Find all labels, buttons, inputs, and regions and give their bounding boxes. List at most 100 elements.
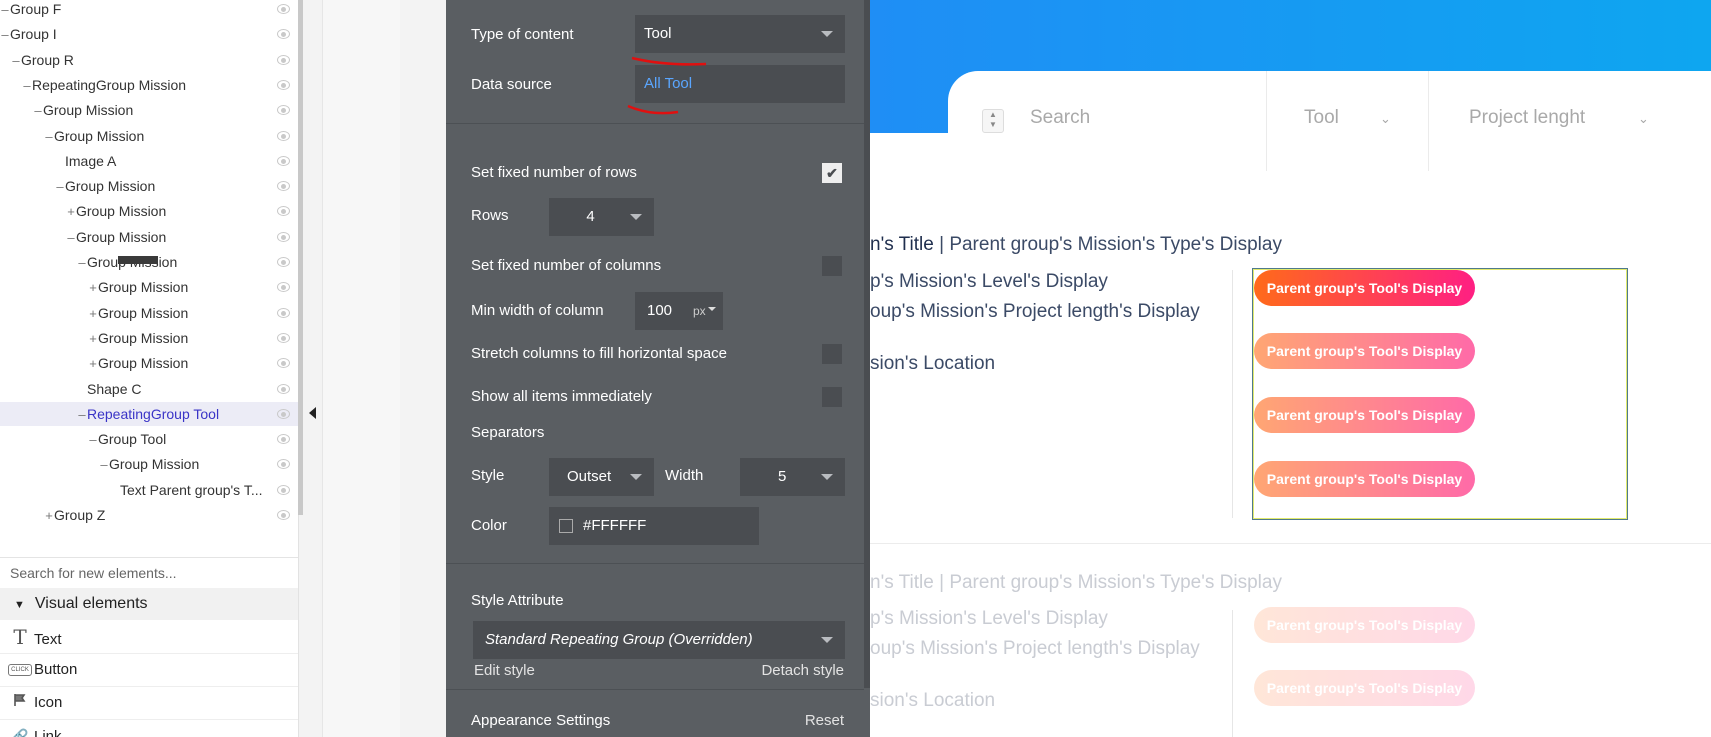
collapse-icon[interactable]: –: [99, 453, 109, 477]
tree-item[interactable]: –Group Mission: [0, 225, 298, 249]
fixed-columns-checkbox[interactable]: [822, 256, 842, 276]
editor-scrollbar[interactable]: [864, 0, 870, 688]
min-width-value: 100: [647, 302, 673, 319]
eye-icon[interactable]: [277, 156, 290, 166]
tree-item[interactable]: –Group Mission: [0, 452, 298, 476]
eye-icon[interactable]: [277, 257, 290, 267]
element-text[interactable]: T Text: [0, 621, 298, 654]
eye-icon[interactable]: [277, 485, 290, 495]
eye-icon[interactable]: [277, 333, 290, 343]
rows-dropdown[interactable]: 4: [549, 198, 654, 236]
stretch-columns-checkbox[interactable]: [822, 344, 842, 364]
stepper-icon[interactable]: ▲ ▼: [982, 109, 1004, 133]
eye-icon[interactable]: [277, 181, 290, 191]
project-length-filter-dropdown[interactable]: Project lenght: [1469, 107, 1585, 129]
expand-icon[interactable]: +: [88, 276, 98, 300]
style-attribute-dropdown[interactable]: Standard Repeating Group (Overridden): [473, 621, 845, 659]
tree-item[interactable]: –Group I: [0, 22, 298, 46]
tree-item-label: Group Mission: [109, 456, 200, 472]
tree-item-label: Shape C: [87, 381, 142, 397]
expand-icon[interactable]: +: [66, 200, 76, 224]
show-all-checkbox[interactable]: [822, 387, 842, 407]
eye-icon[interactable]: [277, 459, 290, 469]
expand-icon[interactable]: +: [88, 327, 98, 351]
collapse-icon[interactable]: –: [33, 99, 43, 123]
reset-button[interactable]: Reset: [805, 712, 844, 729]
tree-item[interactable]: –RepeatingGroup Mission: [0, 73, 298, 97]
collapse-icon[interactable]: –: [0, 23, 10, 47]
separator-width-label: Width: [665, 467, 704, 484]
eye-icon[interactable]: [277, 80, 290, 90]
eye-icon[interactable]: [277, 206, 290, 216]
eye-icon[interactable]: [277, 282, 290, 292]
tree-item[interactable]: Shape C: [0, 377, 298, 401]
expand-icon[interactable]: +: [88, 352, 98, 376]
tree-item[interactable]: +Group Mission: [0, 351, 298, 375]
collapse-icon[interactable]: –: [44, 125, 54, 149]
element-search-input[interactable]: [8, 558, 292, 588]
tree-item[interactable]: –Group Mission: [0, 124, 298, 148]
eye-icon[interactable]: [277, 434, 290, 444]
eye-icon[interactable]: [277, 232, 290, 242]
type-of-content-dropdown[interactable]: Tool: [635, 15, 845, 53]
element-label: Button: [34, 661, 78, 678]
eye-icon[interactable]: [277, 55, 290, 65]
tree-item[interactable]: –Group R: [0, 48, 298, 72]
tool-filter-dropdown[interactable]: Tool: [1304, 107, 1339, 129]
fixed-rows-checkbox[interactable]: ✔: [822, 163, 842, 183]
search-input[interactable]: Search: [1030, 107, 1090, 129]
separator-style-dropdown[interactable]: Outset: [549, 458, 654, 496]
tree-item[interactable]: –RepeatingGroup Tool: [0, 402, 298, 426]
tree-item[interactable]: –Group Mission: [0, 98, 298, 122]
eye-icon[interactable]: [277, 384, 290, 394]
tree-item[interactable]: Image A: [0, 149, 298, 173]
tree-item[interactable]: –Group Mission: [0, 174, 298, 198]
mission-title-line: n's Title | Parent group's Mission's Typ…: [870, 572, 1282, 594]
collapse-icon[interactable]: –: [11, 49, 21, 73]
eye-icon[interactable]: [277, 409, 290, 419]
color-swatch[interactable]: [559, 519, 573, 534]
separator-color-field[interactable]: #FFFFFF: [549, 507, 759, 545]
tree-item[interactable]: +Group Mission: [0, 275, 298, 299]
eye-icon[interactable]: [277, 105, 290, 115]
collapse-panel-arrow-icon[interactable]: [309, 407, 316, 419]
dropdown-arrow-icon: [821, 31, 833, 37]
eye-icon[interactable]: [277, 510, 290, 520]
tree-item[interactable]: –Group Tool: [0, 427, 298, 451]
visual-elements-section[interactable]: ▼ Visual elements: [0, 588, 298, 620]
tree-item[interactable]: +Group Mission: [0, 326, 298, 350]
collapse-icon[interactable]: –: [22, 74, 32, 98]
element-link[interactable]: 🔗 Link: [0, 720, 298, 737]
expand-icon[interactable]: +: [88, 302, 98, 326]
eye-icon[interactable]: [277, 308, 290, 318]
separator-color-value: #FFFFFF: [583, 517, 647, 534]
tree-item[interactable]: –Group F: [0, 0, 298, 21]
min-width-field[interactable]: 100 px: [635, 292, 723, 330]
tree-item[interactable]: +Group Mission: [0, 199, 298, 223]
tree-item[interactable]: Text Parent group's T...: [0, 478, 298, 502]
tree-item[interactable]: +Group Mission: [0, 301, 298, 325]
edit-style-link[interactable]: Edit style: [474, 662, 535, 679]
element-button[interactable]: CLICK Button: [0, 654, 298, 687]
row-divider: [870, 543, 1711, 544]
detach-style-link[interactable]: Detach style: [761, 662, 844, 679]
eye-icon[interactable]: [277, 4, 290, 14]
collapse-icon[interactable]: –: [55, 175, 65, 199]
mission-title: n's Title: [870, 234, 934, 255]
eye-icon[interactable]: [277, 29, 290, 39]
separator-width-dropdown[interactable]: 5: [740, 458, 845, 496]
tree-item[interactable]: +Group Z: [0, 503, 298, 527]
tree-item-label: Group Mission: [98, 279, 189, 295]
caret-down-icon: ▼: [14, 599, 25, 611]
collapse-icon[interactable]: –: [66, 226, 76, 250]
collapse-icon[interactable]: –: [0, 0, 10, 22]
eye-icon[interactable]: [277, 358, 290, 368]
element-tree-scrollbar[interactable]: [298, 0, 303, 515]
expand-icon[interactable]: +: [44, 504, 54, 528]
collapse-icon[interactable]: –: [77, 251, 87, 275]
eye-icon[interactable]: [277, 131, 290, 141]
collapse-icon[interactable]: –: [88, 428, 98, 452]
collapse-icon[interactable]: –: [77, 403, 87, 427]
tree-item-label: Image A: [65, 153, 117, 169]
element-icon[interactable]: Icon: [0, 687, 298, 720]
